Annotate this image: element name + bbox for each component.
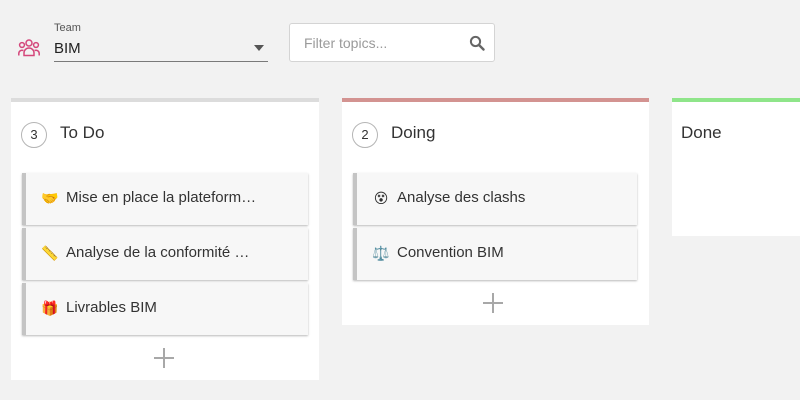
team-select-value: BIM [54,40,81,57]
filter-topics-input[interactable] [290,24,460,61]
column-done-header: Done [672,102,800,168]
topic-card-title: Convention BIM [397,244,504,261]
team-select[interactable]: Team BIM [54,22,268,62]
balance-scale-icon: ⚖️ [372,245,390,261]
topic-card-title: Mise en place la plateform… [66,189,257,206]
dizzy-face-icon: 😵 [373,190,389,206]
team-icon [18,39,40,57]
add-topic-button[interactable] [482,292,504,314]
topic-card[interactable]: 📏 Analyse de la conformité … [22,228,308,280]
topic-card[interactable]: 🎁 Livrables BIM [22,283,308,335]
column-done: Done [672,98,800,236]
column-todo: 3 To Do 🤝 Mise en place la plateform… 📏 … [11,98,319,380]
column-doing-header: 2 Doing [342,102,649,168]
column-title: Doing [391,123,436,142]
column-title: To Do [60,123,105,142]
search-icon[interactable] [469,35,485,51]
topic-card[interactable]: ⚖️ Convention BIM [353,228,637,280]
ruler-icon: 📏 [41,245,59,261]
topic-card[interactable]: 😵 Analyse des clashs [353,173,637,225]
handshake-icon: 🤝 [41,190,59,206]
topic-card-title: Analyse des clashs [397,189,526,206]
count-badge: 2 [352,122,378,148]
column-title: Done [681,123,722,142]
add-topic-button[interactable] [153,347,175,369]
topic-card-title: Analyse de la conformité … [66,244,250,261]
chevron-down-icon[interactable] [254,45,264,51]
column-doing: 2 Doing 😵 Analyse des clashs ⚖️ Conventi… [342,98,649,325]
topic-card-title: Livrables BIM [66,299,157,316]
count-badge: 3 [21,122,47,148]
team-select-label: Team [54,22,81,34]
filter-topics-box[interactable] [289,23,495,62]
column-todo-header: 3 To Do [11,102,319,168]
topic-card[interactable]: 🤝 Mise en place la plateform… [22,173,308,225]
gift-icon: 🎁 [41,300,59,316]
